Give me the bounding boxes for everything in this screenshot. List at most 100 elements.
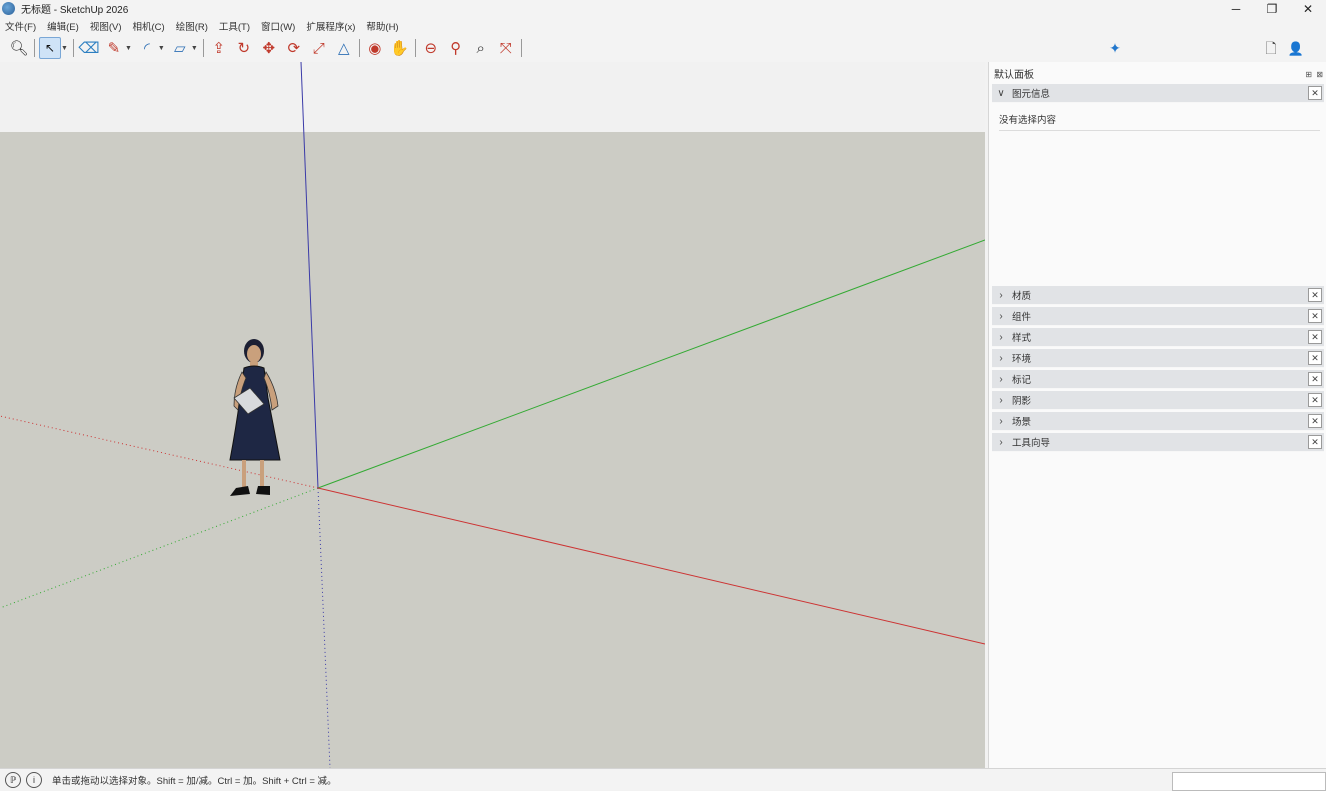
sky [0, 62, 985, 132]
entity-info-body: 没有选择内容 [992, 103, 1324, 285]
zoom-extents-icon[interactable]: ⤧ [495, 37, 517, 59]
panel-label: 材质 [1012, 291, 1032, 302]
account-area: 🗋 👤 [1260, 34, 1310, 62]
panel-components[interactable]: › 组件 ✕ [992, 307, 1324, 326]
menu-help[interactable]: 帮助(H) [366, 19, 398, 33]
menu-window[interactable]: 窗口(W) [261, 19, 295, 33]
menu-draw[interactable]: 绘图(R) [176, 19, 208, 33]
menu-file[interactable]: 文件(F) [5, 19, 36, 33]
close-panel-icon[interactable]: ✕ [1308, 393, 1322, 407]
rectangle-icon[interactable]: ▱ [169, 37, 191, 59]
panel-environment[interactable]: › 环境 ✕ [992, 349, 1324, 368]
ground-plane [0, 132, 985, 768]
follow-me-icon[interactable]: ↻ [233, 37, 255, 59]
orbit-icon[interactable]: ◉ [364, 37, 386, 59]
menu-tools[interactable]: 工具(T) [219, 19, 250, 33]
chevron-right-icon: › [999, 394, 1003, 406]
panel-scenes[interactable]: › 场景 ✕ [992, 412, 1324, 431]
close-panel-icon[interactable]: ✕ [1308, 414, 1322, 428]
window-controls: ─ ❐ ✕ [1218, 0, 1326, 17]
select-icon[interactable]: ↖ [39, 37, 61, 59]
default-tray: 默认面板 ⊞ ⊠ ∨ 图元信息 ✕ 没有选择内容 › 材质 ✕ › 组件 ✕ ›… [988, 62, 1326, 768]
scale-icon[interactable]: ⤢ [308, 37, 330, 59]
toolbar-separator [72, 39, 74, 57]
line-dropdown-icon[interactable]: ▼ [125, 45, 132, 52]
chevron-right-icon: › [999, 289, 1003, 301]
chevron-right-icon: › [999, 415, 1003, 427]
close-panel-icon[interactable]: ✕ [1308, 435, 1322, 449]
chevron-down-icon: ∨ [997, 87, 1005, 99]
section-plane-icon[interactable]: ⊖ [420, 37, 442, 59]
scene-canvas[interactable] [0, 62, 985, 768]
arc-dropdown-icon[interactable]: ▼ [158, 45, 165, 52]
title-bar: 无标题 - SketchUp 2026 ─ ❐ ✕ [0, 0, 1326, 17]
toolbar-separator [202, 39, 204, 57]
measurements-box[interactable] [1172, 772, 1326, 791]
scale-figure[interactable] [224, 338, 296, 504]
modeling-viewport[interactable] [0, 62, 985, 768]
geo-location-icon[interactable]: ℙ [5, 771, 21, 788]
chevron-right-icon: › [999, 373, 1003, 385]
minimize-button[interactable]: ─ [1218, 0, 1254, 17]
menu-view[interactable]: 视图(V) [90, 19, 122, 33]
chevron-right-icon: › [999, 352, 1003, 364]
pencil-line-icon[interactable]: ✎ [103, 37, 125, 59]
tape-measure-icon[interactable]: ⚲ [445, 37, 467, 59]
panel-label: 标记 [1012, 375, 1032, 386]
zoom-window-icon[interactable]: 🔍︎ [8, 37, 30, 59]
close-panel-icon[interactable]: ✕ [1308, 351, 1322, 365]
entity-info-panel-header[interactable]: ∨ 图元信息 ✕ [992, 84, 1324, 103]
flip-icon[interactable]: △ [333, 37, 355, 59]
ai-assistant-icon[interactable]: ✦ [1104, 37, 1126, 59]
tray-close-icon[interactable]: ⊠ [1316, 70, 1323, 79]
toolbar-separator [520, 39, 522, 57]
panel-label: 环境 [1012, 354, 1032, 365]
close-panel-icon[interactable]: ✕ [1308, 288, 1322, 302]
panel-shadows[interactable]: › 阴影 ✕ [992, 391, 1324, 410]
info-icon[interactable]: i [26, 771, 42, 788]
window-title: 无标题 - SketchUp 2026 [21, 5, 129, 16]
collapsed-panel-list: › 材质 ✕ › 组件 ✕ › 样式 ✕ › 环境 ✕ › 标记 ✕ › 阴影 … [989, 286, 1326, 452]
menu-bar: 文件(F) 编辑(E) 视图(V) 相机(C) 绘图(R) 工具(T) 窗口(W… [0, 17, 1326, 34]
panel-instructor[interactable]: › 工具向导 ✕ [992, 433, 1324, 452]
select-dropdown-icon[interactable]: ▼ [61, 45, 68, 52]
pan-icon[interactable]: ✋ [389, 37, 411, 59]
tray-title: 默认面板 [994, 69, 1034, 81]
panel-label: 场景 [1012, 417, 1032, 428]
zoom-icon[interactable]: ⌕ [470, 37, 492, 59]
close-panel-icon[interactable]: ✕ [1308, 330, 1322, 344]
account-icon[interactable]: 👤 [1285, 37, 1307, 59]
panel-tags[interactable]: › 标记 ✕ [992, 370, 1324, 389]
tray-pin-icon[interactable]: ⊞ [1305, 70, 1312, 79]
menu-edit[interactable]: 编辑(E) [47, 19, 79, 33]
new-document-icon[interactable]: 🗋 [1260, 37, 1282, 59]
move-icon[interactable]: ✥ [258, 37, 280, 59]
chevron-right-icon: › [999, 436, 1003, 448]
status-bar: ℙ i 单击或拖动以选择对象。Shift = 加/减。Ctrl = 加。Shif… [0, 768, 1326, 791]
close-panel-icon[interactable]: ✕ [1308, 372, 1322, 386]
toolbar-separator [358, 39, 360, 57]
rotate-icon[interactable]: ⟳ [283, 37, 305, 59]
tray-header: 默认面板 [989, 62, 1326, 84]
panel-label: 组件 [1012, 312, 1032, 323]
eraser-icon[interactable]: ⌫ [78, 37, 100, 59]
chevron-right-icon: › [999, 331, 1003, 343]
shape-dropdown-icon[interactable]: ▼ [191, 45, 198, 52]
menu-camera[interactable]: 相机(C) [132, 19, 164, 33]
toolbar-separator [34, 39, 35, 57]
panel-materials[interactable]: › 材质 ✕ [992, 286, 1324, 305]
arc-icon[interactable]: ◜ [136, 37, 158, 59]
chevron-right-icon: › [999, 310, 1003, 322]
toolbar-separator [414, 39, 416, 57]
push-pull-icon[interactable]: ⇪ [208, 37, 230, 59]
close-panel-icon[interactable]: ✕ [1308, 86, 1322, 100]
panel-label: 阴影 [1012, 396, 1032, 407]
menu-extensions[interactable]: 扩展程序(x) [306, 19, 355, 33]
panel-label: 工具向导 [1012, 438, 1051, 449]
panel-styles[interactable]: › 样式 ✕ [992, 328, 1324, 347]
close-panel-icon[interactable]: ✕ [1308, 309, 1322, 323]
restore-button[interactable]: ❐ [1254, 0, 1290, 17]
close-button[interactable]: ✕ [1290, 0, 1326, 17]
ai-assistant-area: ✦ [1104, 34, 1129, 62]
sketchup-logo-icon [2, 2, 15, 15]
